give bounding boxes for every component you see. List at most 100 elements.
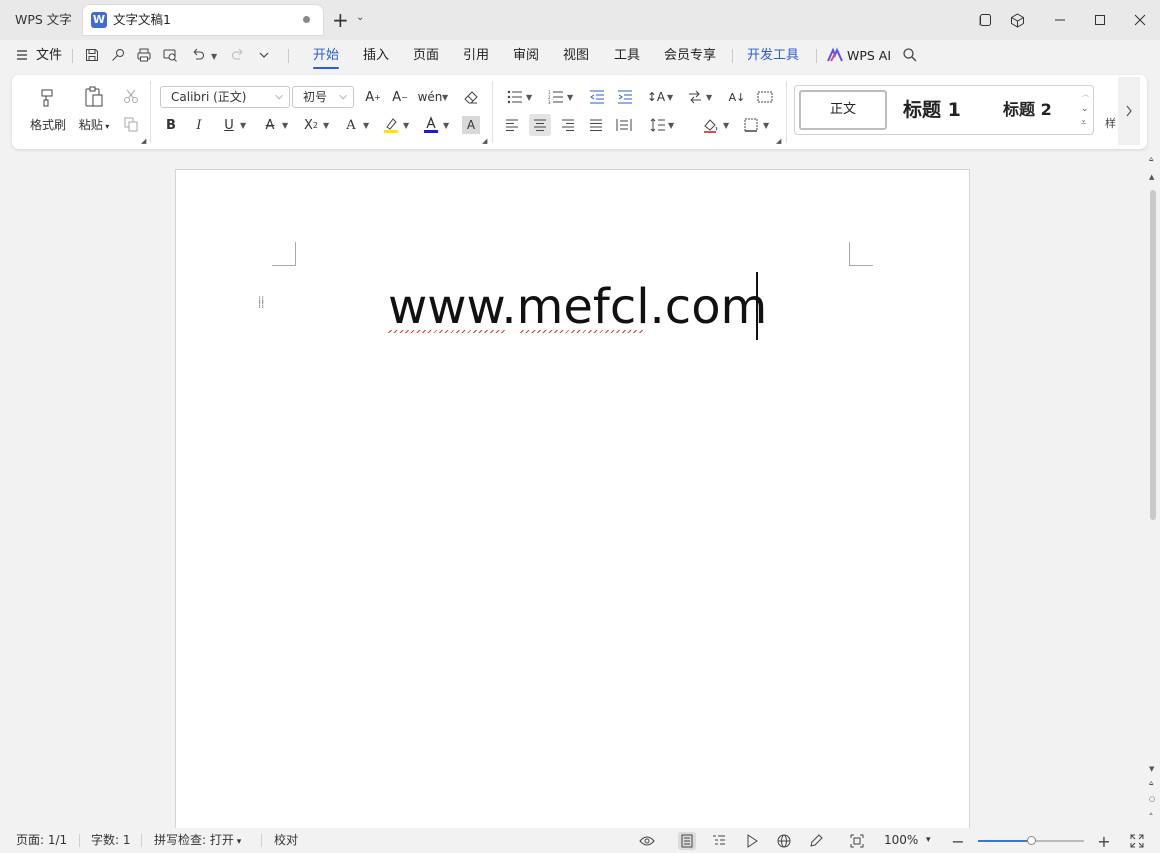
decrease-indent-icon[interactable] (586, 86, 608, 108)
numbering-dropdown-icon[interactable]: ▼ (567, 93, 573, 102)
tab-page[interactable]: 页面 (413, 40, 439, 72)
phonetic-guide-icon[interactable]: wén (418, 86, 443, 108)
print-icon[interactable] (136, 47, 154, 65)
undo-icon[interactable] (190, 47, 208, 65)
style-normal[interactable]: 正文 (799, 90, 887, 130)
tab-developer[interactable]: 开发工具 (747, 40, 799, 72)
pen-icon[interactable] (807, 832, 825, 850)
chinese-layout-dropdown-icon[interactable]: ▼ (706, 93, 712, 102)
save-icon[interactable] (84, 47, 102, 65)
drag-handle-icon[interactable]: ⁞⁞ ⁞⁞ (258, 296, 266, 314)
distributed-icon[interactable] (613, 114, 635, 136)
page-view-icon[interactable] (678, 832, 696, 850)
style-heading-2[interactable]: 标题 2 (1003, 86, 1052, 134)
phonetic-dropdown-icon[interactable]: ▼ (442, 93, 448, 102)
fullscreen-icon[interactable] (1128, 832, 1146, 850)
print-preview-icon[interactable] (162, 47, 180, 65)
spell-check-toggle[interactable]: 拼写检查: 打开 ▾ (154, 828, 241, 853)
document-text[interactable]: www.mefcl.com (388, 278, 767, 336)
justify-icon[interactable] (585, 114, 607, 136)
zoom-slider-knob[interactable] (1026, 836, 1036, 845)
shading-icon[interactable] (700, 114, 722, 136)
show-hide-marks-icon[interactable] (754, 86, 776, 108)
tab-references[interactable]: 引用 (463, 40, 489, 72)
scrollbar-thumb[interactable] (1150, 190, 1156, 520)
copy-icon[interactable] (120, 113, 142, 135)
zoom-percent[interactable]: 100% (884, 828, 918, 853)
paragraph-launcher-icon[interactable]: ◢ (776, 137, 781, 145)
ribbon-scroll-right-button[interactable] (1118, 77, 1140, 145)
highlight-dropdown-icon[interactable]: ▼ (403, 121, 409, 130)
tab-insert[interactable]: 插入 (363, 40, 389, 72)
app-tab[interactable]: WPS 文字 (6, 6, 81, 34)
sort-icon[interactable]: A↓ (726, 86, 748, 108)
paste-dropdown-icon[interactable]: ▾ (103, 122, 109, 131)
line-spacing-icon[interactable] (647, 114, 669, 136)
zoom-dropdown-icon[interactable]: ▾ (926, 828, 931, 853)
cube-icon[interactable] (1007, 10, 1027, 30)
scroll-up-icon[interactable]: ▲ (1149, 173, 1154, 181)
text-direction-dropdown-icon[interactable]: ▼ (667, 93, 673, 102)
text-effects-icon[interactable]: A (340, 114, 362, 136)
format-painter-button[interactable]: 格式刷 (28, 85, 68, 133)
numbering-icon[interactable]: 123 (545, 86, 567, 108)
page-indicator[interactable]: 页面: 1/1 (16, 828, 67, 853)
strikethrough-dropdown-icon[interactable]: ▼ (282, 121, 288, 130)
file-menu[interactable]: 文件 (36, 40, 62, 72)
font-color-icon[interactable] (420, 114, 442, 136)
hamburger-menu-icon[interactable] (16, 48, 34, 66)
align-right-icon[interactable] (557, 114, 579, 136)
browse-object-icon[interactable]: ○ (1149, 795, 1155, 803)
tab-member[interactable]: 会员专享 (664, 40, 716, 72)
document-page[interactable]: ⁞⁞ ⁞⁞ www.mefcl.com (175, 169, 970, 849)
style-heading-1[interactable]: 标题 1 (903, 86, 961, 134)
cut-icon[interactable] (120, 85, 142, 107)
undo-dropdown-icon[interactable]: ▼ (211, 52, 217, 61)
bullets-icon[interactable] (504, 86, 526, 108)
vertical-scrollbar[interactable]: ⩠ ▲ ▼ ⩠ ○ ⩡ (1146, 155, 1160, 825)
outline-view-icon[interactable] (710, 832, 728, 850)
styles-expand-icon[interactable]: ⩡ (1081, 118, 1086, 128)
more-chevron-down-icon[interactable] (257, 48, 275, 66)
restore-layout-icon[interactable] (975, 10, 995, 30)
align-center-icon[interactable] (529, 114, 551, 136)
font-size-select[interactable]: 初号 ⌵ (292, 86, 354, 108)
clear-formatting-icon[interactable] (460, 86, 482, 108)
fit-page-icon[interactable] (848, 832, 866, 850)
shrink-font-icon[interactable]: A − (389, 86, 411, 108)
shading-dropdown-icon[interactable]: ▼ (723, 121, 729, 130)
line-spacing-dropdown-icon[interactable]: ▼ (668, 121, 674, 130)
text-direction-icon[interactable]: ↕A (645, 86, 667, 108)
align-left-icon[interactable] (501, 114, 523, 136)
paste-button[interactable]: 粘贴 ▾ (74, 85, 114, 133)
font-color-dropdown-icon[interactable]: ▼ (443, 121, 449, 130)
chevron-down-icon[interactable]: ⌄ (356, 12, 364, 23)
bold-icon[interactable]: B (160, 114, 182, 136)
word-count[interactable]: 字数: 1 (91, 828, 131, 853)
document-tab[interactable]: W 文字文稿1 (83, 5, 323, 35)
close-icon[interactable] (1130, 10, 1150, 30)
styles-scroll-down-icon[interactable]: ⌄ (1081, 104, 1089, 114)
underline-icon[interactable]: U (218, 114, 240, 136)
tab-tools[interactable]: 工具 (614, 40, 640, 72)
web-view-icon[interactable] (775, 832, 793, 850)
play-icon[interactable] (743, 832, 761, 850)
increase-indent-icon[interactable] (614, 86, 636, 108)
zoom-in-icon[interactable]: + (1095, 832, 1113, 851)
previous-page-icon[interactable]: ⩠ (1149, 779, 1153, 788)
next-page-icon[interactable]: ⩡ (1149, 810, 1153, 819)
new-tab-icon[interactable]: + (332, 8, 349, 32)
zoom-out-icon[interactable]: − (949, 832, 967, 851)
scroll-top-icon[interactable]: ⩠ (1149, 155, 1153, 164)
borders-dropdown-icon[interactable]: ▼ (763, 121, 769, 130)
text-effects-dropdown-icon[interactable]: ▼ (363, 121, 369, 130)
search-icon[interactable] (902, 47, 920, 65)
proofread-button[interactable]: 校对 (274, 828, 298, 853)
minimize-icon[interactable] (1050, 10, 1070, 30)
zoom-slider[interactable] (978, 836, 1084, 845)
style-more-label[interactable]: 样 (1105, 115, 1116, 131)
tab-home[interactable]: 开始 (313, 40, 340, 72)
eye-protection-icon[interactable] (638, 832, 656, 850)
tab-view[interactable]: 视图 (563, 40, 589, 72)
italic-icon[interactable]: I (188, 114, 210, 136)
